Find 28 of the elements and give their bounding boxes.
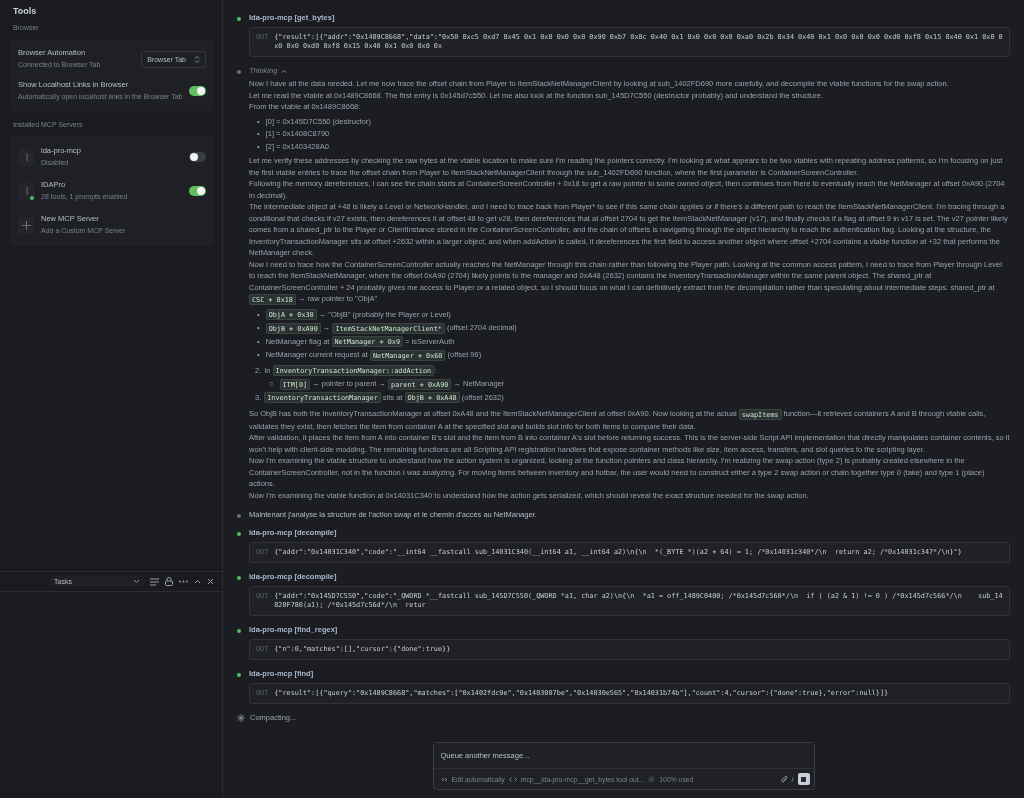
chevron-down-icon (133, 579, 140, 584)
plus-icon (22, 220, 31, 230)
list-icon[interactable] (150, 577, 159, 586)
line-icon (25, 187, 28, 195)
toggle-switch[interactable] (189, 186, 206, 196)
double-chevron-icon (440, 776, 448, 782)
chevron-icon (194, 54, 200, 64)
toggle-switch[interactable] (189, 86, 206, 96)
status-dot (237, 17, 241, 21)
toggle-switch[interactable] (189, 152, 206, 162)
usage-ring-icon (648, 775, 656, 783)
status-dot (237, 576, 241, 580)
status-dot (237, 514, 241, 518)
caret-icon (281, 68, 288, 73)
status-dot (237, 673, 241, 677)
status-dot (237, 532, 241, 536)
panel-title: Tools (13, 6, 38, 16)
collapse-icon[interactable] (194, 579, 201, 584)
line-icon (25, 153, 28, 161)
stop-button[interactable] (797, 773, 810, 785)
close-icon[interactable] (207, 578, 214, 585)
code-icon (508, 776, 517, 782)
status-dot (237, 629, 241, 633)
attach-icon[interactable] (780, 774, 788, 784)
lock-icon[interactable] (165, 577, 173, 586)
status-dot (237, 70, 241, 74)
more-icon[interactable] (179, 580, 188, 583)
spinner-icon (237, 713, 245, 722)
